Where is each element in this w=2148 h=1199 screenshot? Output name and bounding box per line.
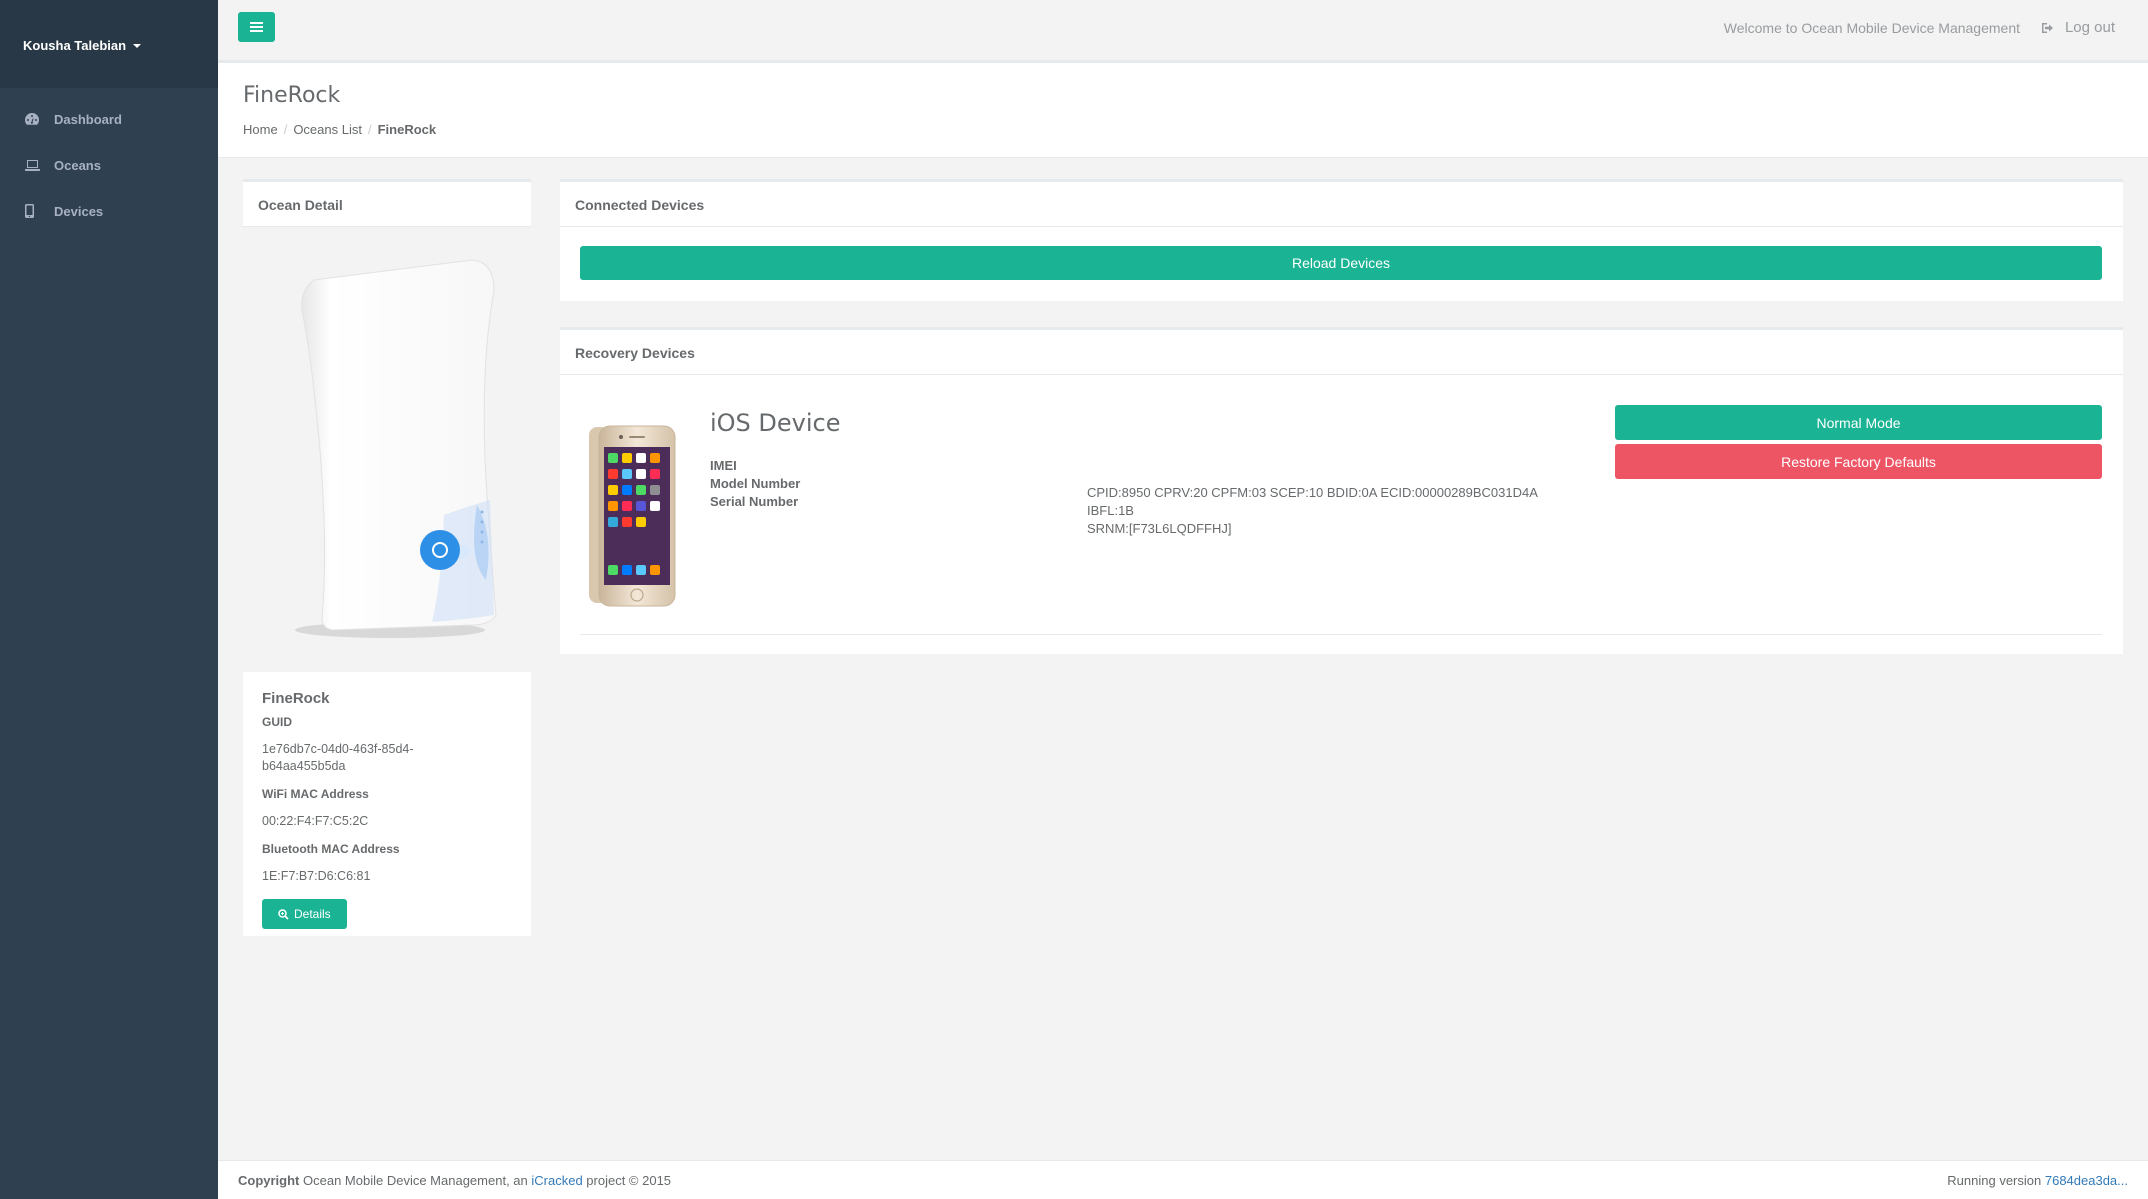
guid-value-line: 1e76db7c-04d0-463f-85d4- — [262, 742, 414, 756]
search-plus-icon — [278, 908, 289, 920]
breadcrumb: Home / Oceans List / FineRock — [243, 122, 2148, 137]
guid-label: GUID — [262, 715, 292, 729]
breadcrumb-current: FineRock — [377, 122, 437, 137]
sidebar-item-label: Oceans — [54, 157, 101, 173]
guid-value: 1e76db7c-04d0-463f-85d4- b64aa455b5da — [262, 741, 512, 775]
bluetooth-mac-value: 1E:F7:B7:D6:C6:81 — [262, 869, 371, 883]
panel-title: Ocean Detail — [243, 182, 531, 227]
footer: Copyright Ocean Mobile Device Management… — [218, 1160, 2148, 1199]
breadcrumb-home[interactable]: Home — [243, 122, 278, 137]
restore-factory-defaults-button[interactable]: Restore Factory Defaults — [1615, 444, 2102, 479]
version-link[interactable]: 7684dea3da... — [2045, 1173, 2128, 1188]
ocean-detail-panel: Ocean Detail FineRock GUID 1e76db7c-04d0… — [243, 179, 531, 936]
normal-mode-button[interactable]: Normal Mode — [1615, 405, 2102, 440]
menu-toggle-button[interactable] — [238, 12, 275, 42]
hamburger-icon — [250, 26, 263, 28]
wifi-mac-label: WiFi MAC Address — [262, 787, 369, 801]
sign-out-icon — [2041, 22, 2053, 33]
panel-title: Connected Devices — [560, 182, 2123, 227]
sidebar-item-label: Dashboard — [54, 111, 122, 127]
panel-title: Recovery Devices — [560, 330, 2123, 375]
connected-devices-panel: Connected Devices Reload Devices — [560, 179, 2123, 301]
imei-label: IMEI — [710, 458, 737, 473]
serial-number-value: CPID:8950 CPRV:20 CPFM:03 SCEP:10 BDID:0… — [1087, 484, 1587, 538]
iphone-image — [587, 425, 677, 612]
sidebar-header: Kousha Talebian — [0, 0, 218, 88]
footer-copyright: Copyright Ocean Mobile Device Management… — [238, 1173, 671, 1188]
wifi-mac-value: 00:22:F4:F7:C5:2C — [262, 814, 369, 828]
sidebar-item-oceans[interactable]: Oceans — [0, 142, 218, 188]
page-heading: FineRock Home / Oceans List / FineRock — [218, 61, 2148, 158]
breadcrumb-oceans-list[interactable]: Oceans List — [293, 122, 362, 137]
sidebar-nav: Dashboard Oceans Devices — [0, 88, 218, 234]
device-title: iOS Device — [710, 409, 841, 437]
sidebar: Kousha Talebian Dashboard Oceans Devices — [0, 0, 218, 1199]
laptop-icon — [25, 159, 45, 171]
details-button-label: Details — [294, 907, 331, 921]
mobile-icon — [25, 204, 45, 218]
serial-number-label: Serial Number — [710, 494, 799, 509]
divider — [580, 634, 2102, 635]
recovery-devices-panel: Recovery Devices iOS Device IMEI Model N… — [560, 327, 2123, 654]
model-number-label: Model Number — [710, 476, 801, 491]
icracked-link[interactable]: iCracked — [531, 1173, 582, 1188]
user-name: Kousha Talebian — [23, 38, 127, 53]
top-navbar: Welcome to Ocean Mobile Device Managemen… — [218, 0, 2148, 61]
copyright-label: Copyright — [238, 1173, 300, 1188]
sidebar-item-label: Devices — [54, 203, 104, 219]
serial-value-line: SRNM:[F73L6LQDFFHJ] — [1087, 521, 1232, 536]
ocean-device-image — [243, 227, 531, 672]
user-menu[interactable]: Kousha Talebian — [23, 38, 142, 53]
ocean-info: FineRock GUID 1e76db7c-04d0-463f-85d4- b… — [243, 672, 531, 947]
details-button[interactable]: Details — [262, 899, 347, 929]
bluetooth-mac-label: Bluetooth MAC Address — [262, 842, 400, 856]
ocean-name: FineRock — [262, 690, 330, 707]
welcome-message: Welcome to Ocean Mobile Device Managemen… — [1723, 20, 2020, 36]
guid-value-line: b64aa455b5da — [262, 759, 346, 773]
caret-down-icon — [133, 43, 142, 48]
breadcrumb-separator: / — [283, 122, 288, 137]
version-label: Running version — [1947, 1173, 2042, 1188]
footer-version: Running version 7684dea3da... — [1947, 1173, 2128, 1188]
logout-link[interactable]: Log out — [2041, 19, 2115, 36]
sidebar-item-dashboard[interactable]: Dashboard — [0, 96, 218, 142]
page-title: FineRock — [243, 83, 341, 108]
reload-devices-button[interactable]: Reload Devices — [580, 246, 2102, 280]
sidebar-item-devices[interactable]: Devices — [0, 188, 218, 234]
breadcrumb-separator: / — [367, 122, 372, 137]
logout-label: Log out — [2064, 19, 2115, 36]
footer-text: Ocean Mobile Device Management, an — [303, 1173, 528, 1188]
dashboard-icon — [25, 113, 45, 125]
serial-value-line: CPID:8950 CPRV:20 CPFM:03 SCEP:10 BDID:0… — [1087, 485, 1538, 518]
footer-text: project © 2015 — [586, 1173, 672, 1188]
